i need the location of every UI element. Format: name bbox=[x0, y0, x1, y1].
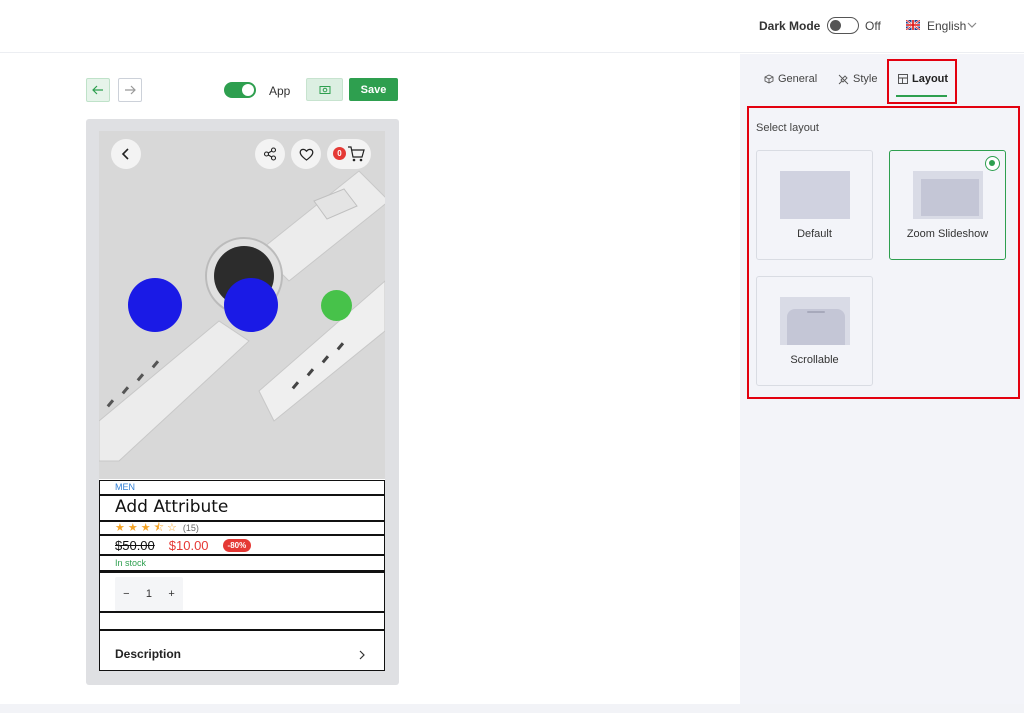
description-label: Description bbox=[115, 647, 182, 661]
tab-general[interactable]: General bbox=[764, 73, 817, 85]
toggle-knob bbox=[242, 84, 254, 96]
star-full-icon: ★ bbox=[127, 522, 138, 534]
cart-count-badge: 0 bbox=[333, 147, 346, 160]
price-row: $50.00 $10.00 -80% bbox=[99, 535, 385, 555]
highlight-box-tab bbox=[887, 59, 957, 104]
phone-screen: 0 MEN Add Attribute ★ ★ ★ ⯪ ☆ (15) $50.00 $1… bbox=[99, 131, 385, 671]
title-row: Add Attribute bbox=[99, 495, 385, 521]
heart-icon bbox=[299, 148, 313, 161]
hotspot-marker[interactable] bbox=[128, 278, 182, 332]
spacer-row bbox=[99, 612, 385, 630]
tab-style-label: Style bbox=[853, 73, 878, 85]
qty-minus-button[interactable]: − bbox=[123, 588, 129, 600]
quantity-stepper[interactable]: − 1 + bbox=[115, 577, 183, 611]
toggle-knob bbox=[830, 19, 841, 31]
category-row: MEN bbox=[99, 480, 385, 495]
hotspot-marker[interactable] bbox=[224, 278, 278, 332]
wishlist-button[interactable] bbox=[291, 139, 321, 169]
app-toggle[interactable] bbox=[224, 82, 256, 98]
chevron-down-icon[interactable] bbox=[967, 21, 977, 29]
rating-count: (15) bbox=[182, 523, 199, 533]
chevron-right-icon bbox=[359, 650, 365, 660]
arrow-left-icon bbox=[92, 85, 103, 95]
product-title: Add Attribute bbox=[115, 497, 229, 517]
qty-plus-button[interactable]: + bbox=[168, 588, 174, 600]
uk-flag-icon bbox=[906, 20, 920, 30]
cube-icon bbox=[764, 74, 774, 84]
redo-button[interactable] bbox=[118, 78, 142, 102]
share-icon bbox=[263, 147, 277, 161]
product-image[interactable]: 0 bbox=[99, 131, 385, 479]
stock-row: In stock bbox=[99, 555, 385, 571]
product-category[interactable]: MEN bbox=[100, 481, 384, 493]
undo-button[interactable] bbox=[86, 78, 110, 102]
tab-general-label: General bbox=[778, 73, 818, 85]
qty-value: 1 bbox=[145, 588, 153, 600]
old-price: $50.00 bbox=[115, 537, 155, 553]
dark-mode-label: Dark Mode bbox=[759, 19, 821, 33]
dark-mode-toggle[interactable] bbox=[827, 17, 859, 34]
brush-icon bbox=[838, 74, 849, 84]
cart-icon bbox=[348, 146, 365, 162]
screenshot-button[interactable] bbox=[306, 78, 343, 101]
tab-style[interactable]: Style bbox=[838, 73, 877, 85]
discount-badge: -80% bbox=[222, 538, 252, 552]
app-toggle-label: App bbox=[269, 84, 291, 98]
rating-stars: ★ ★ ★ ⯪ ☆ (15) bbox=[100, 522, 384, 534]
arrow-right-icon bbox=[125, 85, 136, 95]
language-select[interactable]: English bbox=[927, 19, 966, 33]
dark-mode-state: Off bbox=[865, 19, 881, 33]
quantity-row: − 1 + bbox=[99, 571, 385, 612]
star-half-icon: ⯪ bbox=[153, 522, 165, 534]
sale-price: $10.00 bbox=[168, 537, 209, 553]
star-full-icon: ★ bbox=[140, 522, 151, 534]
cart-button[interactable]: 0 bbox=[327, 139, 371, 169]
star-full-icon: ★ bbox=[115, 522, 125, 534]
description-row[interactable]: Description bbox=[99, 630, 385, 671]
star-empty-icon: ☆ bbox=[167, 522, 177, 534]
save-button[interactable]: Save bbox=[349, 78, 398, 101]
share-button[interactable] bbox=[255, 139, 285, 169]
camera-icon bbox=[319, 85, 330, 94]
top-bar: Dark Mode Off English bbox=[0, 0, 1024, 53]
hotspot-marker[interactable] bbox=[321, 290, 352, 321]
stock-status: In stock bbox=[115, 558, 147, 568]
rating-row: ★ ★ ★ ⯪ ☆ (15) bbox=[99, 521, 385, 535]
page-footer-strip bbox=[0, 704, 1024, 713]
chevron-left-icon bbox=[121, 148, 129, 160]
highlight-box-panel bbox=[747, 106, 1020, 399]
back-button[interactable] bbox=[111, 139, 141, 169]
